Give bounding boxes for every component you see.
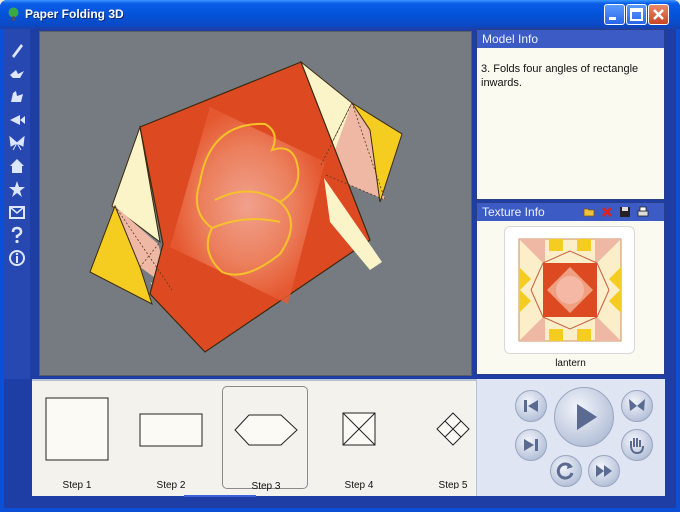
star-icon[interactable] xyxy=(8,180,26,198)
step-4[interactable]: Step 4 xyxy=(316,386,402,491)
hand-icon xyxy=(630,438,644,455)
model-info-panel: Model Info 3. Folds four angles of recta… xyxy=(476,29,665,200)
replay-icon xyxy=(556,462,574,480)
model-description: 3. Folds four angles of rectangle inward… xyxy=(481,63,639,89)
fast-forward-button[interactable] xyxy=(588,455,620,487)
step-3-label: Step 3 xyxy=(251,481,281,492)
house-icon[interactable] xyxy=(8,157,26,175)
close-button[interactable] xyxy=(648,4,669,25)
step-2-label: Step 2 xyxy=(156,480,186,491)
model-info-header: Model Info xyxy=(477,30,664,48)
maximize-icon xyxy=(630,8,643,21)
open-folder-icon[interactable] xyxy=(583,206,595,218)
lantern-texture-image xyxy=(518,238,622,342)
3d-viewport[interactable] xyxy=(39,31,472,376)
step-5-label: Step 5 xyxy=(438,480,468,489)
skip-last-icon xyxy=(524,439,538,451)
pen-icon[interactable] xyxy=(8,41,26,59)
step-2[interactable]: Step 2 xyxy=(128,386,214,491)
butterfly-icon xyxy=(629,399,645,411)
crossed-square-shape xyxy=(342,412,376,446)
tree-icon xyxy=(8,7,19,21)
minimize-icon xyxy=(609,17,616,20)
play-icon xyxy=(577,404,597,430)
skip-last-button[interactable] xyxy=(515,429,547,461)
maximize-button[interactable] xyxy=(626,4,647,25)
diamond-shape xyxy=(436,412,470,446)
title-bar[interactable]: Paper Folding 3D xyxy=(0,0,680,29)
model-toolbar xyxy=(4,29,30,379)
step-1[interactable]: Step 1 xyxy=(34,386,120,491)
folded-lantern-model[interactable] xyxy=(40,32,471,375)
window-title: Paper Folding 3D xyxy=(25,7,124,21)
box-icon[interactable] xyxy=(8,203,26,221)
butterfly-icon[interactable] xyxy=(8,134,26,152)
texture-info-panel: Texture Info lantern xyxy=(476,202,665,375)
steps-strip: Step 1 Step 2 Step 3 Step 4 Step 5 xyxy=(32,379,476,497)
client-area: Model Info 3. Folds four angles of recta… xyxy=(4,29,676,508)
fast-forward-icon xyxy=(596,465,612,477)
close-icon xyxy=(653,9,664,20)
rooster-icon[interactable] xyxy=(8,88,26,106)
hand-button[interactable] xyxy=(621,429,653,461)
square-shape xyxy=(45,397,109,461)
texture-name: lantern xyxy=(555,358,586,369)
texture-thumbnail[interactable] xyxy=(504,226,635,354)
step-1-label: Step 1 xyxy=(62,480,92,491)
info-icon[interactable] xyxy=(8,249,26,267)
play-button[interactable] xyxy=(554,387,614,447)
minimize-button[interactable] xyxy=(604,4,625,25)
bird-icon[interactable] xyxy=(8,65,26,83)
butterfly-button[interactable] xyxy=(621,390,653,422)
steps-scroll-thumb[interactable] xyxy=(184,495,256,497)
app-window: Paper Folding 3D Model Info 3. Folds fou… xyxy=(0,0,680,512)
save-icon[interactable] xyxy=(619,206,631,218)
print-icon[interactable] xyxy=(637,206,649,218)
replay-button[interactable] xyxy=(550,455,582,487)
skip-first-icon xyxy=(524,400,538,412)
step-3[interactable]: Step 3 xyxy=(222,386,308,492)
status-bar xyxy=(4,498,676,508)
step-5[interactable]: Step 5 xyxy=(410,386,476,489)
playback-controls xyxy=(476,379,665,496)
hexagon-shape xyxy=(234,414,298,446)
fish-icon[interactable] xyxy=(8,111,26,129)
rectangle-shape xyxy=(139,413,203,447)
step-4-label: Step 4 xyxy=(344,480,374,491)
texture-info-header: Texture Info xyxy=(477,203,664,221)
texture-info-title: Texture Info xyxy=(482,205,545,219)
skip-first-button[interactable] xyxy=(515,390,547,422)
delete-icon[interactable] xyxy=(601,206,613,218)
help-icon[interactable] xyxy=(8,226,26,244)
